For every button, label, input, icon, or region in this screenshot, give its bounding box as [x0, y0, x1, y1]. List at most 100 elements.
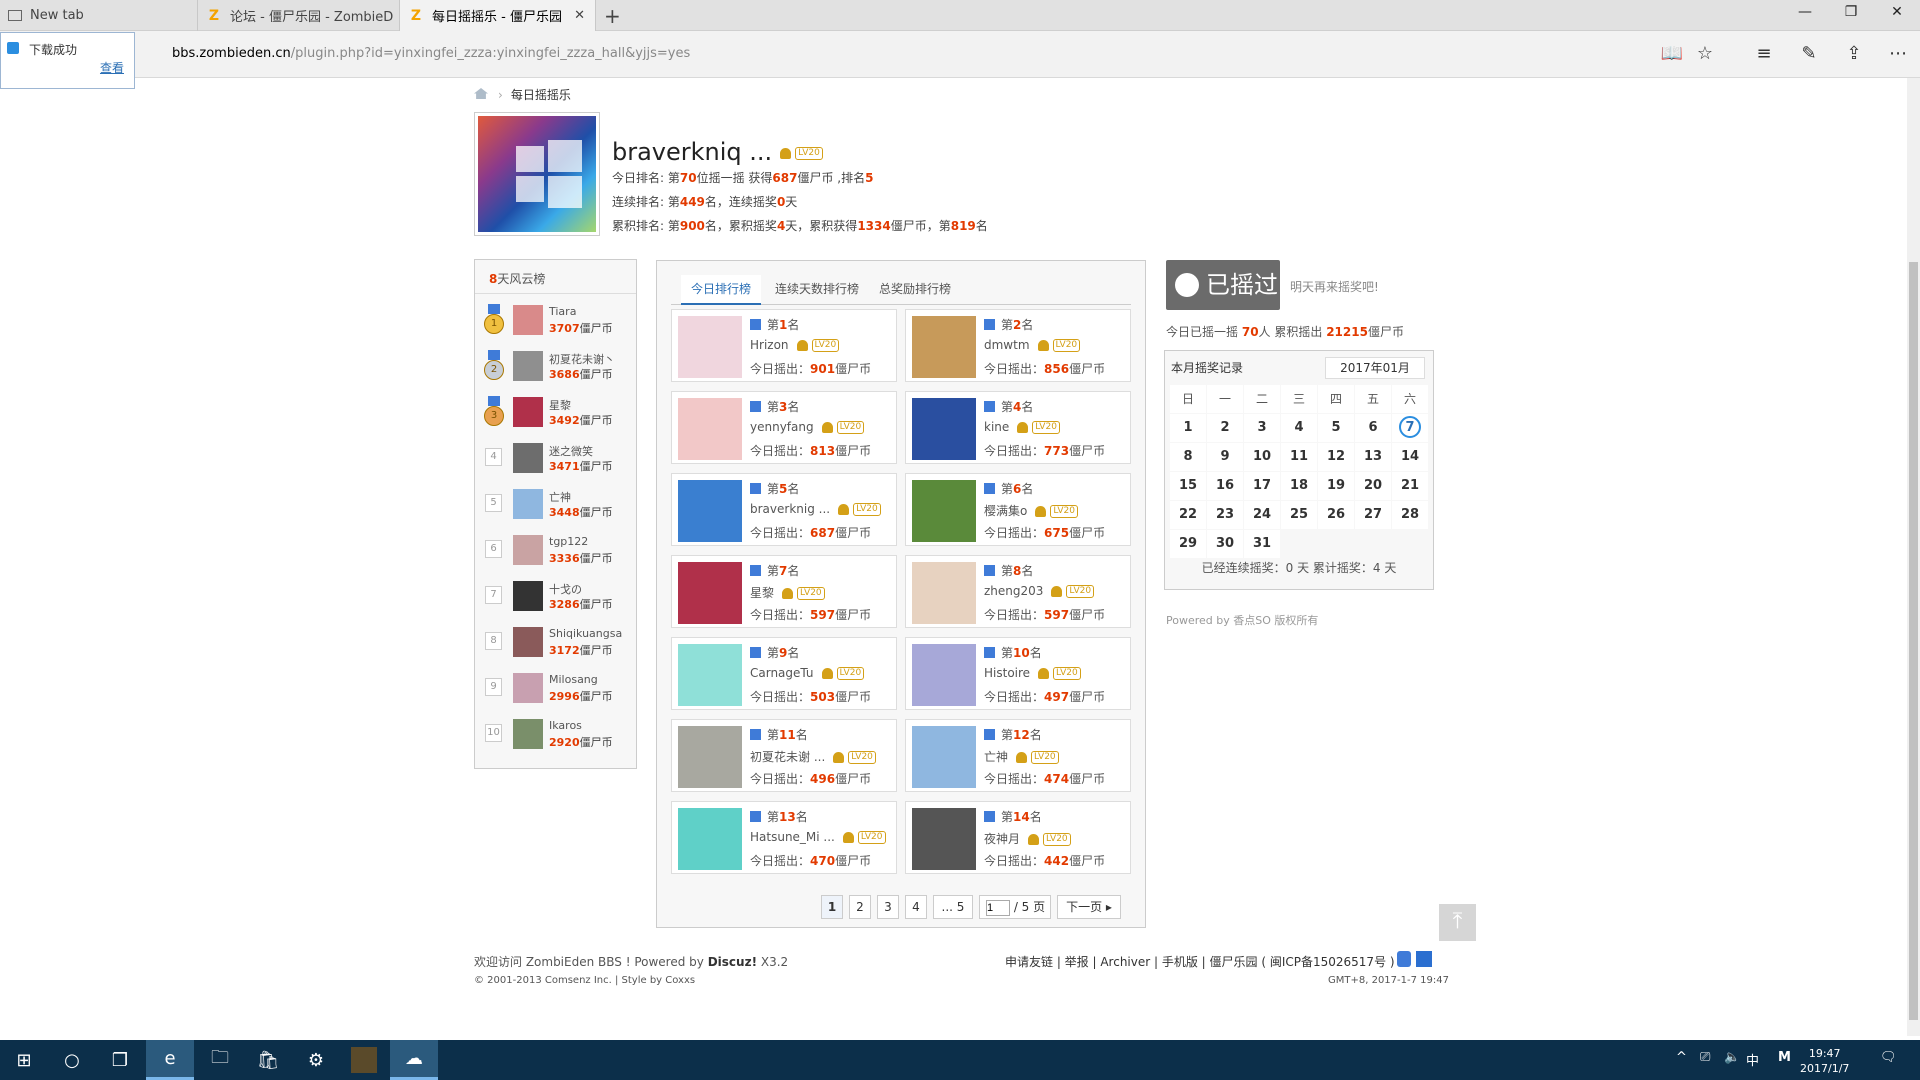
tab-total-ranking[interactable]: 总奖励排行榜 — [869, 275, 961, 305]
leaderboard-row[interactable]: 10 Ikaros 2920僵尸币 — [475, 710, 636, 756]
user-avatar[interactable] — [513, 581, 543, 611]
ranking-card[interactable]: 第3名 yennyfang LV20 今日摇出：813僵尸币 — [671, 391, 897, 464]
ranking-card[interactable]: 第1名 Hrizon LV20 今日摇出：901僵尸币 — [671, 309, 897, 382]
user-name[interactable]: 夜神月 LV20 — [984, 830, 1071, 847]
ranking-card[interactable]: 第9名 CarnageTu LV20 今日摇出：503僵尸币 — [671, 637, 897, 710]
task-view-icon[interactable]: ❐ — [96, 1040, 144, 1080]
tab-streak-ranking[interactable]: 连续天数排行榜 — [765, 275, 869, 305]
ranking-card[interactable]: 第4名 kine LV20 今日摇出：773僵尸币 — [905, 391, 1131, 464]
web-note-icon[interactable]: ✎ — [1797, 43, 1821, 64]
user-avatar[interactable] — [513, 443, 543, 473]
user-avatar[interactable] — [912, 398, 976, 460]
ranking-card[interactable]: 第6名 樱满集o LV20 今日摇出：675僵尸币 — [905, 473, 1131, 546]
ime-mode-indicator[interactable]: M — [1778, 1050, 1791, 1065]
leaderboard-row[interactable]: 1 Tiara 3707僵尸币 — [475, 296, 636, 342]
user-name[interactable]: 星黎 — [549, 397, 571, 413]
leaderboard-row[interactable]: 6 tgp122 3336僵尸币 — [475, 526, 636, 572]
hub-icon[interactable]: ≡ — [1752, 43, 1776, 64]
notification-icon[interactable]: 🗨 — [1880, 1050, 1897, 1065]
start-button[interactable]: ⊞ — [0, 1040, 48, 1080]
user-avatar[interactable] — [513, 535, 543, 565]
leaderboard-row[interactable]: 5 亡神 3448僵尸币 — [475, 480, 636, 526]
ranking-card[interactable]: 第12名 亡神 LV20 今日摇出：474僵尸币 — [905, 719, 1131, 792]
user-name[interactable]: Ikaros — [549, 719, 582, 732]
network-icon[interactable]: ⎚ — [1700, 1050, 1710, 1065]
user-avatar[interactable] — [678, 562, 742, 624]
user-name[interactable]: CarnageTu LV20 — [750, 666, 865, 680]
user-name[interactable]: Hrizon LV20 — [750, 338, 840, 352]
user-avatar[interactable] — [678, 644, 742, 706]
user-name[interactable]: Shiqikuangsa — [549, 627, 622, 640]
user-avatar[interactable] — [912, 726, 976, 788]
tab-forum[interactable]: Z 论坛 - 僵尸乐园 - ZombieD — [198, 0, 400, 31]
url-field[interactable]: bbs.zombieden.cn/plugin.php?id=yinxingfe… — [172, 46, 690, 61]
user-avatar[interactable] — [513, 627, 543, 657]
close-window-button[interactable]: ✕ — [1882, 4, 1912, 20]
user-name[interactable]: Hatsune_Mi ... LV20 — [750, 830, 886, 844]
user-avatar[interactable] — [912, 562, 976, 624]
user-avatar[interactable] — [912, 316, 976, 378]
tab-daily-shake[interactable]: Z 每日摇摇乐 - 僵尸乐园 ✕ — [400, 0, 596, 31]
user-name[interactable]: 迷之微笑 — [549, 443, 593, 459]
next-page-button[interactable]: 下一页 ▸ — [1057, 895, 1121, 919]
user-name[interactable]: zheng203 LV20 — [984, 584, 1095, 598]
security-badge-icon[interactable] — [1397, 951, 1411, 967]
user-name[interactable]: 亡神 LV20 — [984, 748, 1059, 765]
leaderboard-row[interactable]: 2 初夏花未谢丶 3686僵尸币 — [475, 342, 636, 388]
user-name[interactable]: kine LV20 — [984, 420, 1060, 434]
user-name[interactable]: 星黎 LV20 — [750, 584, 825, 601]
user-avatar[interactable] — [678, 316, 742, 378]
store-icon[interactable]: 🛍 — [244, 1040, 292, 1080]
close-tab-icon[interactable]: ✕ — [574, 8, 585, 23]
more-icon[interactable]: ⋯ — [1886, 43, 1910, 64]
file-explorer-icon[interactable]: 🗀 — [196, 1040, 244, 1080]
page-4[interactable]: 4 — [905, 895, 927, 919]
user-avatar[interactable] — [912, 808, 976, 870]
user-avatar[interactable] — [678, 398, 742, 460]
leaderboard-row[interactable]: 4 迷之微笑 3471僵尸币 — [475, 434, 636, 480]
settings-gear-icon[interactable]: ⚙ — [292, 1040, 340, 1080]
ranking-card[interactable]: 第13名 Hatsune_Mi ... LV20 今日摇出：470僵尸币 — [671, 801, 897, 874]
user-name[interactable]: 亡神 — [549, 489, 571, 505]
footer-links[interactable]: 申请友链 | 举报 | Archiver | 手机版 | 僵尸乐园 ( 闽ICP… — [1005, 953, 1395, 970]
tray-up-arrow-icon[interactable]: ^ — [1676, 1050, 1687, 1065]
breadcrumb-current[interactable]: 每日摇摇乐 — [511, 88, 571, 102]
edge-browser-icon[interactable]: e — [146, 1040, 194, 1080]
page-input[interactable] — [986, 899, 1010, 916]
leaderboard-row[interactable]: 7 十戈の 3286僵尸币 — [475, 572, 636, 618]
user-avatar[interactable] — [513, 489, 543, 519]
user-name[interactable]: braverknig ... LV20 — [750, 502, 881, 516]
baidu-icon[interactable] — [1416, 951, 1432, 967]
user-avatar[interactable] — [912, 644, 976, 706]
volume-icon[interactable]: 🔈 — [1724, 1050, 1740, 1065]
leaderboard-row[interactable]: 3 星黎 3492僵尸币 — [475, 388, 636, 434]
user-name[interactable]: dmwtm LV20 — [984, 338, 1081, 352]
baidu-netdisk-icon[interactable]: ☁ — [390, 1040, 438, 1080]
view-download-link[interactable]: 查看 — [100, 59, 124, 76]
ranking-card[interactable]: 第7名 星黎 LV20 今日摇出：597僵尸币 — [671, 555, 897, 628]
tab-today-ranking[interactable]: 今日排行榜 — [681, 275, 762, 305]
page-2[interactable]: 2 — [849, 895, 871, 919]
user-name[interactable]: Milosang — [549, 673, 598, 686]
scrollbar-thumb[interactable] — [1909, 262, 1918, 1020]
user-avatar[interactable] — [678, 808, 742, 870]
user-avatar[interactable] — [678, 480, 742, 542]
leaderboard-row[interactable]: 9 Milosang 2996僵尸币 — [475, 664, 636, 710]
user-avatar[interactable] — [513, 397, 543, 427]
user-name[interactable]: yennyfang LV20 — [750, 420, 865, 434]
share-icon[interactable]: ⇪ — [1842, 43, 1866, 64]
minimize-button[interactable]: — — [1790, 4, 1820, 20]
user-avatar[interactable] — [513, 305, 543, 335]
user-name[interactable]: Histoire LV20 — [984, 666, 1081, 680]
user-name[interactable]: 十戈の — [549, 581, 582, 597]
user-name[interactable]: 樱满集o LV20 — [984, 502, 1078, 519]
ranking-card[interactable]: 第5名 braverknig ... LV20 今日摇出：687僵尸币 — [671, 473, 897, 546]
favorite-star-icon[interactable]: ☆ — [1693, 43, 1717, 64]
user-avatar[interactable] — [474, 112, 600, 236]
shaken-button[interactable]: 已摇过 — [1166, 260, 1280, 310]
user-avatar[interactable] — [513, 673, 543, 703]
restore-button[interactable]: ❐ — [1836, 4, 1866, 20]
user-avatar[interactable] — [513, 719, 543, 749]
search-icon[interactable]: ○ — [48, 1040, 96, 1080]
ranking-card[interactable]: 第11名 初夏花未谢 ... LV20 今日摇出：496僵尸币 — [671, 719, 897, 792]
